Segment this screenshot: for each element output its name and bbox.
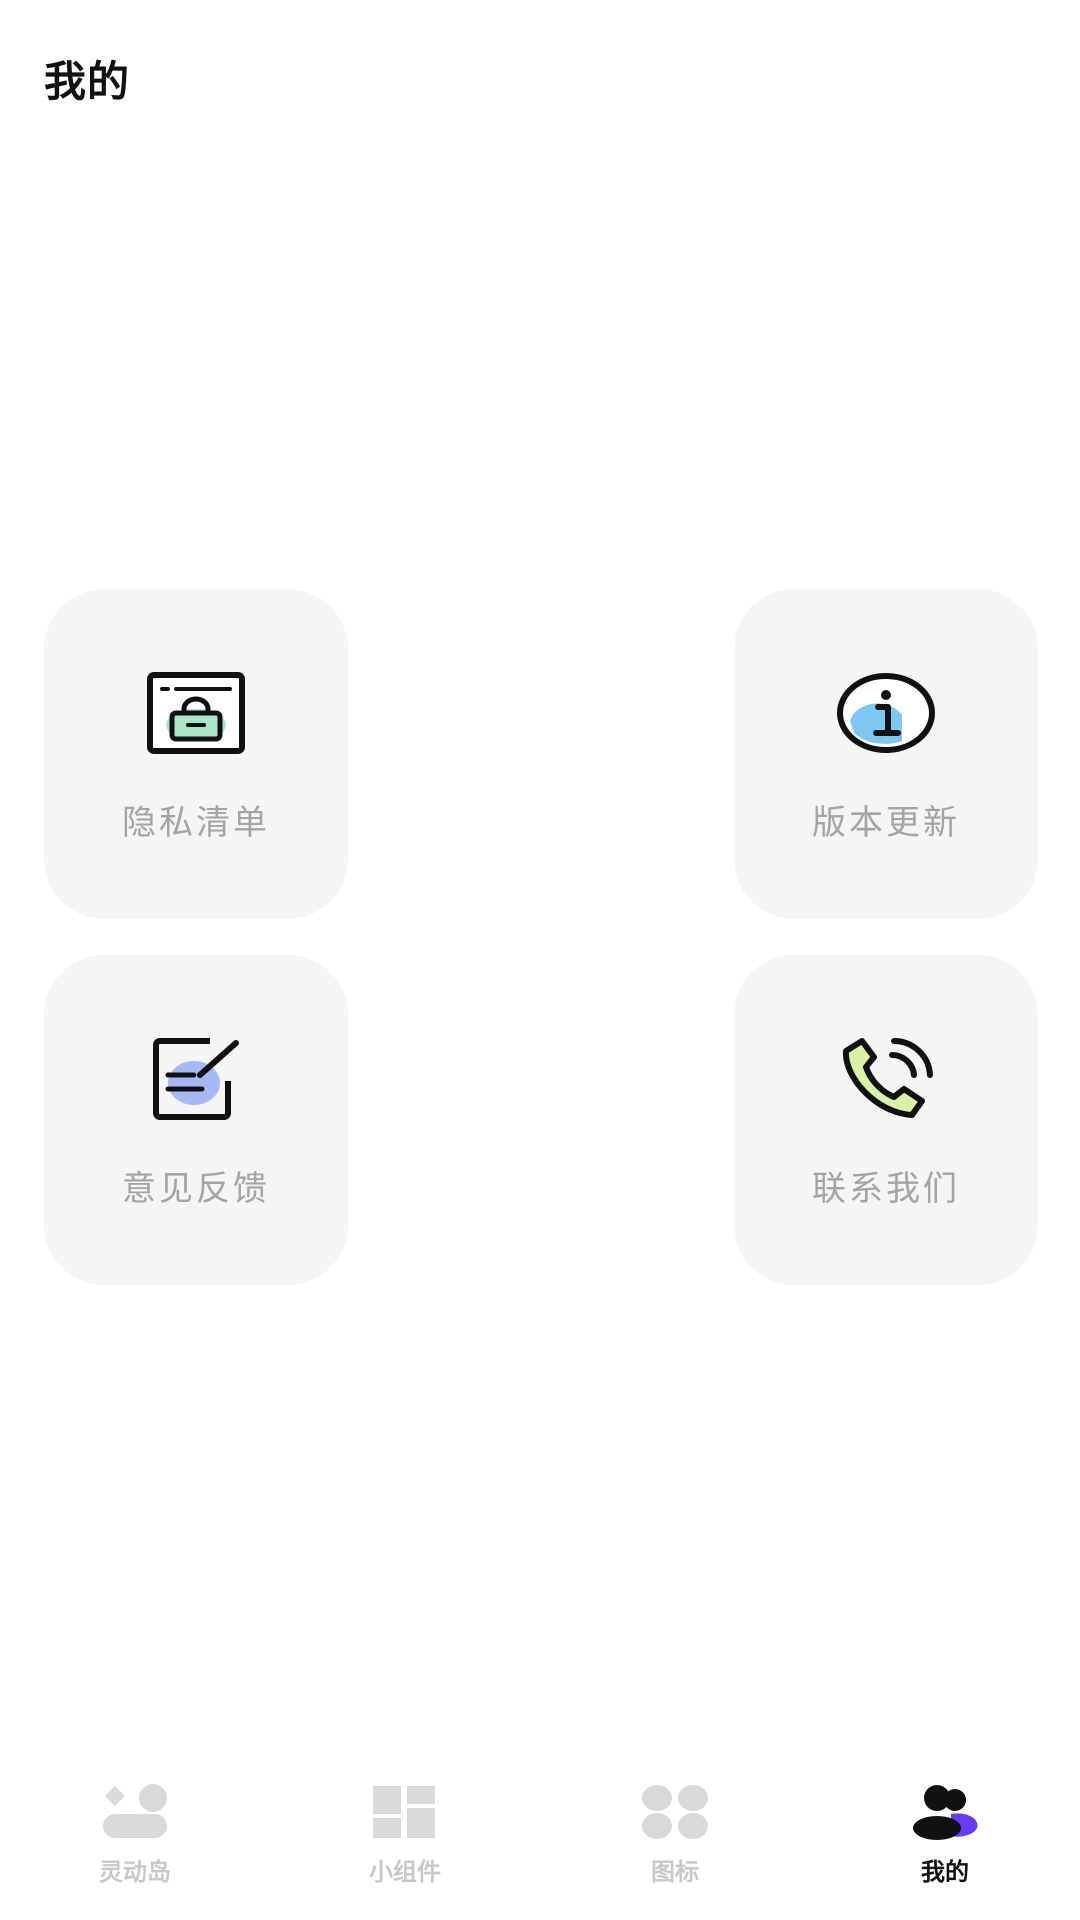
tab-dynamic-island-label: 灵动岛 bbox=[99, 1858, 171, 1886]
privacy-list-card[interactable]: 隐私清单 bbox=[44, 589, 348, 919]
tab-profile[interactable]: 我的 bbox=[810, 1760, 1080, 1920]
edit-note-icon bbox=[153, 1038, 239, 1120]
contact-us-card[interactable]: 联系我们 bbox=[734, 955, 1038, 1285]
dynamic-island-icon bbox=[103, 1784, 167, 1838]
user-profile-icon bbox=[913, 1785, 978, 1840]
info-icon bbox=[837, 673, 935, 753]
lock-document-icon bbox=[147, 672, 245, 754]
tab-widgets[interactable]: 小组件 bbox=[270, 1760, 540, 1920]
feedback-card[interactable]: 意见反馈 bbox=[44, 955, 348, 1285]
bottom-tab-bar: 灵动岛 小组件 图标 我的 bbox=[0, 1760, 1080, 1920]
version-update-label: 版本更新 bbox=[812, 803, 960, 843]
page-title: 我的 bbox=[44, 57, 131, 106]
tab-dynamic-island[interactable]: 灵动岛 bbox=[0, 1760, 270, 1920]
contact-us-label: 联系我们 bbox=[812, 1169, 960, 1209]
tab-widgets-label: 小组件 bbox=[369, 1858, 441, 1886]
tab-icons[interactable]: 图标 bbox=[540, 1760, 810, 1920]
widgets-grid-icon bbox=[373, 1786, 435, 1838]
phone-call-icon bbox=[842, 1037, 933, 1118]
version-update-card[interactable]: 版本更新 bbox=[734, 589, 1038, 919]
profile-page: 我的 隐私清单 版本更新 意见反馈 联系我们 灵动岛 小组件 图标 我的 bbox=[0, 0, 1080, 1920]
privacy-list-label: 隐私清单 bbox=[122, 803, 270, 843]
tab-profile-label: 我的 bbox=[921, 1858, 969, 1886]
feedback-label: 意见反馈 bbox=[122, 1169, 270, 1209]
icons-dots-icon bbox=[642, 1785, 708, 1839]
tab-icons-label: 图标 bbox=[651, 1858, 699, 1886]
